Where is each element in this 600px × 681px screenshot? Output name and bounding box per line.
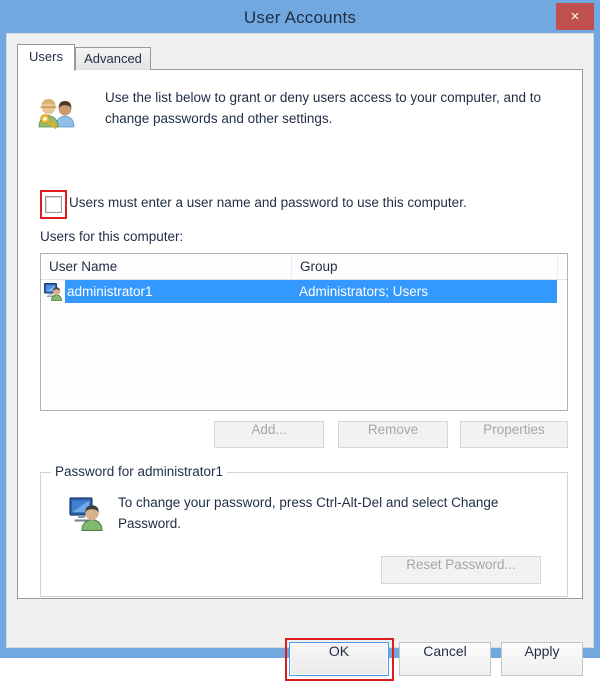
user-accounts-window: User Accounts × Users Advanced Use the l…: [0, 0, 600, 681]
reset-password-button[interactable]: Reset Password...: [381, 556, 541, 584]
tab-advanced[interactable]: Advanced: [75, 47, 151, 70]
users-list-rows: administrator1 Administrators; Users: [41, 280, 567, 303]
cell-user-name: administrator1: [67, 284, 153, 299]
user-account-icon: [44, 282, 63, 301]
cancel-button[interactable]: Cancel: [399, 642, 491, 676]
users-list-header: User Name Group: [41, 254, 567, 280]
panel-header-text: Use the list below to grant or deny user…: [105, 90, 541, 126]
require-username-password-label[interactable]: Users must enter a user name and passwor…: [69, 195, 467, 210]
properties-button[interactable]: Properties: [460, 421, 568, 448]
users-key-icon: [36, 89, 76, 129]
add-button[interactable]: Add...: [214, 421, 324, 448]
password-group-text: To change your password, press Ctrl-Alt-…: [118, 495, 499, 531]
dialog-client-area: Users Advanced Use the list below to gra…: [6, 33, 594, 681]
password-group: Password for administrator1 To change yo…: [40, 464, 568, 597]
user-monitor-icon: [69, 495, 105, 531]
apply-button[interactable]: Apply: [501, 642, 583, 676]
column-header-user-name[interactable]: User Name: [41, 254, 291, 279]
ok-button[interactable]: OK: [289, 642, 389, 676]
window-title: User Accounts: [243, 8, 357, 27]
users-list[interactable]: User Name Group administrator1 Administr…: [40, 253, 568, 411]
column-header-extra[interactable]: [557, 254, 567, 279]
cell-group: Administrators; Users: [299, 284, 429, 299]
column-header-group[interactable]: Group: [291, 254, 557, 279]
tab-strip: Users Advanced: [17, 44, 583, 71]
remove-button[interactable]: Remove: [338, 421, 448, 448]
users-tab-panel: Use the list below to grant or deny user…: [17, 69, 583, 599]
require-username-password-checkbox[interactable]: [45, 196, 62, 213]
table-row[interactable]: administrator1 Administrators; Users: [41, 280, 567, 303]
users-list-caption: Users for this computer:: [40, 229, 184, 244]
close-icon: ×: [570, 8, 580, 25]
close-button[interactable]: ×: [556, 3, 594, 30]
password-group-title: Password for administrator1: [51, 464, 228, 479]
title-bar: User Accounts ×: [0, 0, 600, 36]
tab-users[interactable]: Users: [17, 44, 75, 71]
